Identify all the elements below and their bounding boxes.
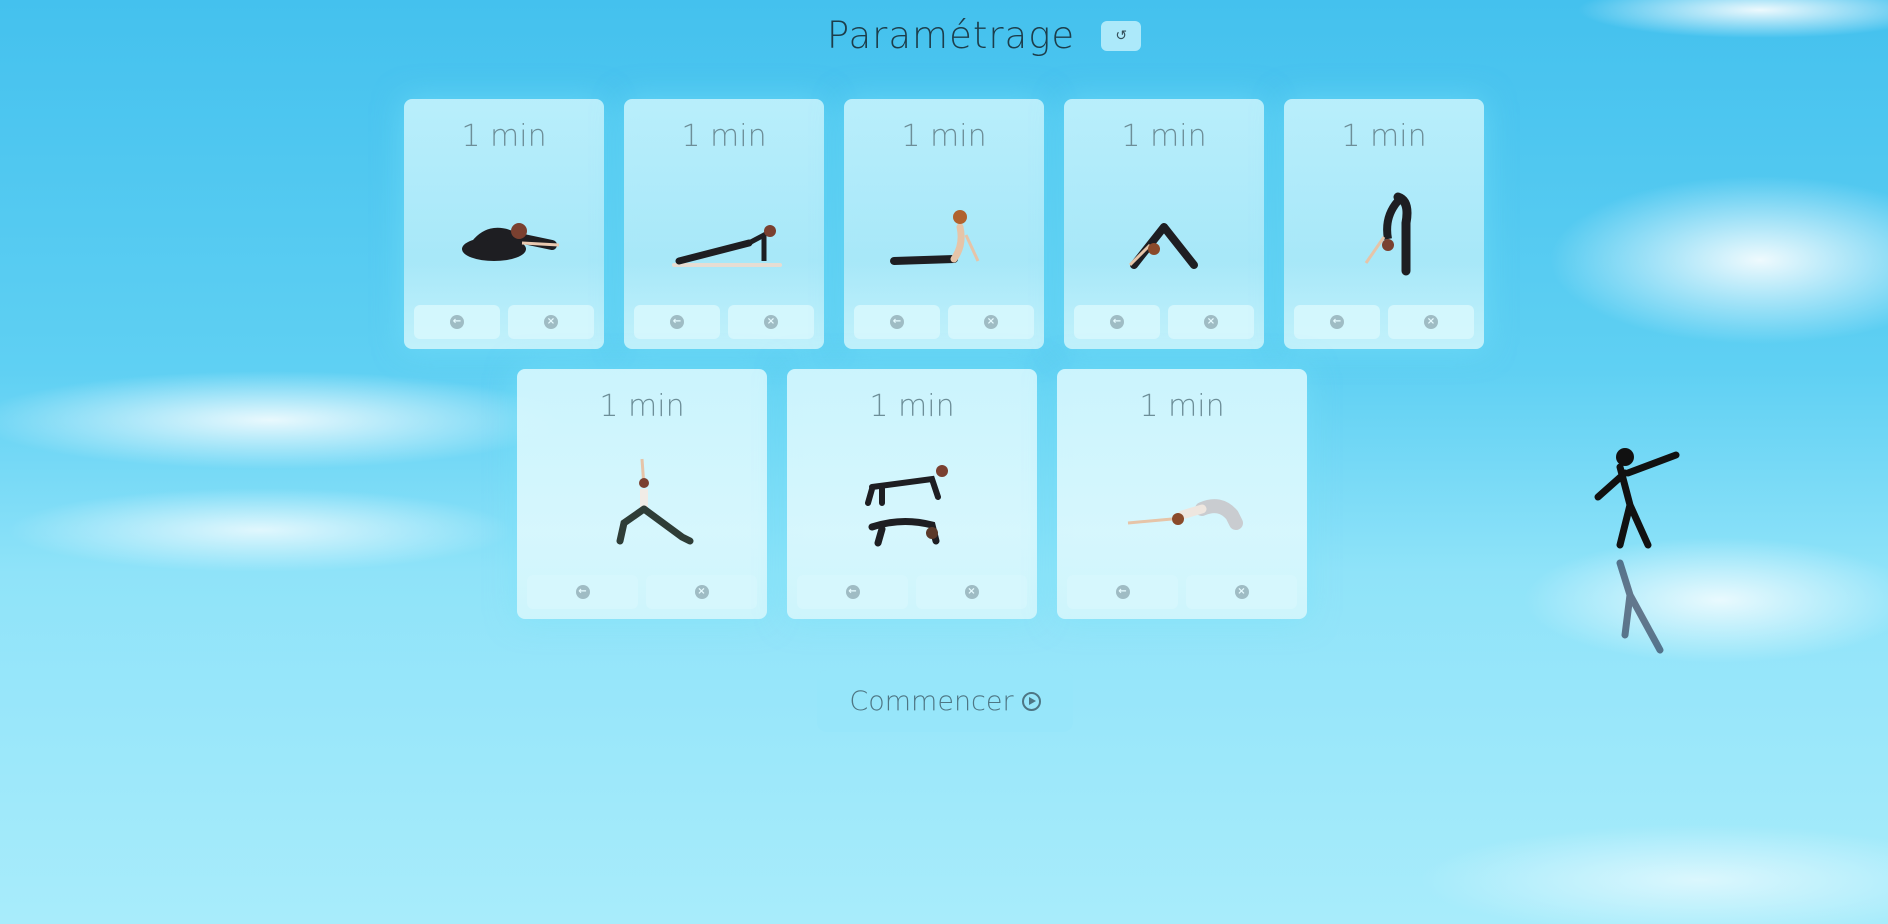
exercise-duration[interactable]: 1 min <box>787 389 1037 424</box>
exercise-card: 1 min ← × <box>624 99 824 349</box>
arrow-left-icon: ← <box>845 585 860 599</box>
arrow-left-icon: ← <box>890 315 904 329</box>
exercise-duration[interactable]: 1 min <box>1284 119 1484 154</box>
start-button[interactable]: Commencer <box>817 670 1073 732</box>
close-icon: × <box>964 585 979 599</box>
close-icon: × <box>1234 585 1249 599</box>
close-icon: × <box>1204 315 1218 329</box>
arrow-left-icon: ← <box>450 315 464 329</box>
close-icon: × <box>1424 315 1438 329</box>
runner-silhouette <box>1594 448 1680 654</box>
exercise-duration[interactable]: 1 min <box>517 389 767 424</box>
move-left-button[interactable]: ← <box>1067 575 1178 609</box>
arrow-left-icon: ← <box>575 585 590 599</box>
reset-icon: ↺ <box>1115 27 1128 44</box>
play-icon <box>1021 691 1041 711</box>
exercise-row-2: 1 min ← × 1 min ← × 1 min ← × <box>0 369 1856 619</box>
move-left-button[interactable]: ← <box>1074 305 1160 339</box>
header: Paramétrage ↺ <box>0 14 1888 57</box>
pose-image <box>865 465 948 547</box>
pose-image <box>1127 499 1243 530</box>
remove-exercise-button[interactable]: × <box>646 575 757 609</box>
exercise-card: 1 min ← × <box>844 99 1044 349</box>
close-icon: × <box>984 315 998 329</box>
remove-exercise-button[interactable]: × <box>1168 305 1254 339</box>
exercise-duration[interactable]: 1 min <box>844 119 1044 154</box>
exercise-duration[interactable]: 1 min <box>1064 119 1264 154</box>
exercise-card: 1 min ← × <box>404 99 604 349</box>
pose-image <box>616 458 694 545</box>
exercise-row-1: 1 min ← × 1 min ← × 1 min ← × 1 min ← × … <box>0 99 1888 349</box>
move-left-button[interactable]: ← <box>634 305 720 339</box>
move-left-button[interactable]: ← <box>1294 305 1380 339</box>
exercise-card: 1 min ← × <box>517 369 767 619</box>
exercise-card: 1 min ← × <box>1284 99 1484 349</box>
exercise-duration[interactable]: 1 min <box>1057 389 1307 424</box>
close-icon: × <box>544 315 558 329</box>
exercise-duration[interactable]: 1 min <box>624 119 824 154</box>
arrow-left-icon: ← <box>1110 315 1124 329</box>
arrow-left-icon: ← <box>670 315 684 329</box>
close-icon: × <box>694 585 709 599</box>
exercise-duration[interactable]: 1 min <box>404 119 604 154</box>
remove-exercise-button[interactable]: × <box>1388 305 1474 339</box>
arrow-left-icon: ← <box>1115 585 1130 599</box>
remove-exercise-button[interactable]: × <box>948 305 1034 339</box>
remove-exercise-button[interactable]: × <box>728 305 814 339</box>
move-left-button[interactable]: ← <box>854 305 940 339</box>
remove-exercise-button[interactable]: × <box>916 575 1027 609</box>
pose-image <box>890 210 980 265</box>
exercise-card: 1 min ← × <box>787 369 1037 619</box>
pose-image <box>1364 192 1412 276</box>
page-title: Paramétrage <box>826 14 1076 57</box>
remove-exercise-button[interactable]: × <box>1186 575 1297 609</box>
move-left-button[interactable]: ← <box>527 575 638 609</box>
close-icon: × <box>764 315 778 329</box>
exercise-card: 1 min ← × <box>1057 369 1307 619</box>
arrow-left-icon: ← <box>1330 315 1344 329</box>
start-label: Commencer <box>849 685 1014 717</box>
remove-exercise-button[interactable]: × <box>508 305 594 339</box>
pose-image <box>1128 223 1198 269</box>
pose-image <box>672 225 782 267</box>
reset-button[interactable]: ↺ <box>1101 20 1142 51</box>
move-left-button[interactable]: ← <box>414 305 500 339</box>
pose-image <box>462 223 560 261</box>
exercise-card: 1 min ← × <box>1064 99 1264 349</box>
move-left-button[interactable]: ← <box>797 575 908 609</box>
